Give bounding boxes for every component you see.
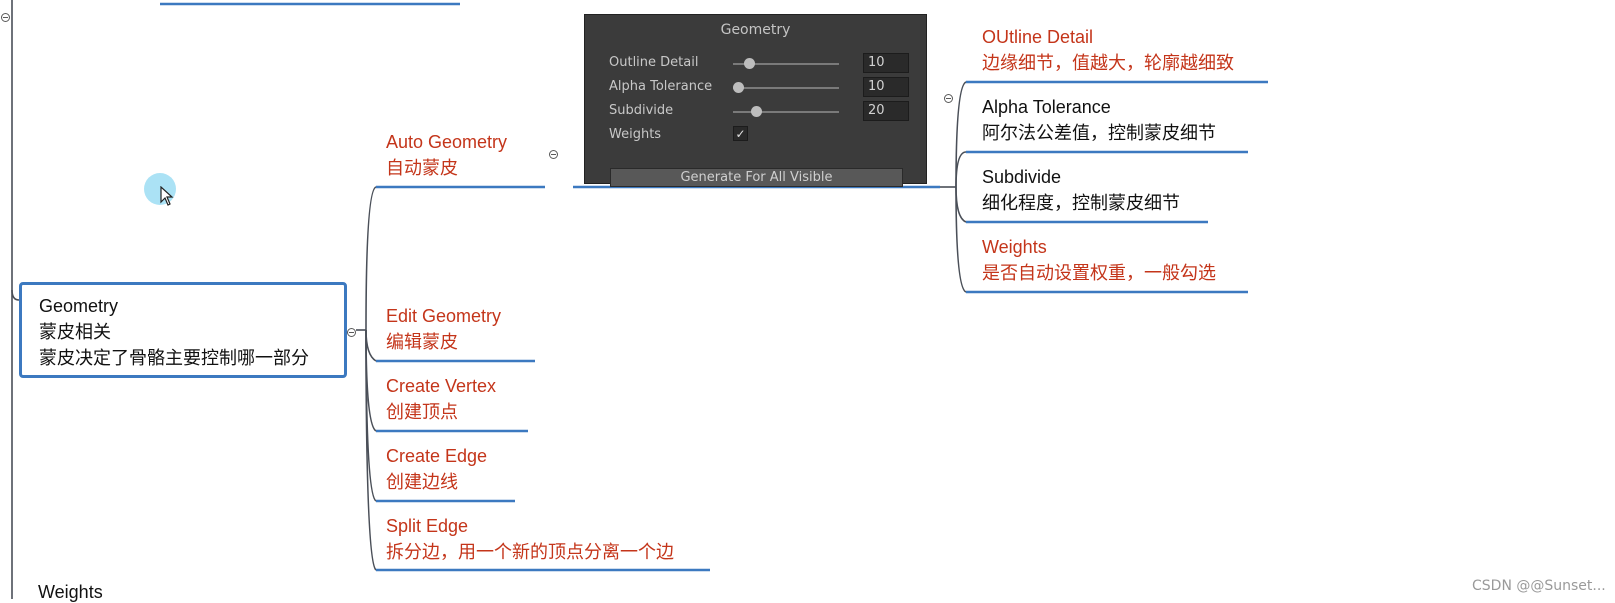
panel-row-label: Weights <box>609 127 662 142</box>
value-field: 10 <box>863 53 909 73</box>
slider-thumb <box>751 106 763 117</box>
node-weights-partial[interactable]: Weights <box>38 582 103 603</box>
panel-row-label: Outline Detail <box>609 55 699 70</box>
collapse-toggle-root[interactable] <box>347 328 356 337</box>
branch-auto-geometry[interactable]: Auto Geometry 自动蒙皮 <box>386 129 507 181</box>
panel-row-outline-detail: Outline Detail 10 <box>609 53 909 73</box>
panel-row-weights: Weights ✓ <box>609 125 909 145</box>
branch-sub: 创建顶点 <box>386 402 458 422</box>
slider-track <box>733 82 839 93</box>
watermark: CSDN @@Sunset... <box>1472 578 1606 594</box>
value-field: 10 <box>863 77 909 97</box>
detail-sub: 细化程度，控制蒙皮细节 <box>982 193 1180 213</box>
root-title: Geometry <box>39 296 119 316</box>
branch-sub: 创建边线 <box>386 472 458 492</box>
detail-subdivide[interactable]: Subdivide 细化程度，控制蒙皮细节 <box>982 164 1180 216</box>
branch-create-vertex[interactable]: Create Vertex 创建顶点 <box>386 373 496 425</box>
generate-for-all-visible-button: Generate For All Visible <box>610 168 903 187</box>
value-field: 20 <box>863 101 909 121</box>
root-node-geometry[interactable]: Geometry 蒙皮相关 蒙皮决定了骨骼主要控制哪一部分 <box>19 282 347 378</box>
branch-title: Create Vertex <box>386 376 497 396</box>
weights-checkbox: ✓ <box>733 126 748 141</box>
branch-title: Split Edge <box>386 516 469 536</box>
slider-thumb <box>733 82 745 93</box>
panel-row-subdivide: Subdivide 20 <box>609 101 909 121</box>
detail-title: Subdivide <box>982 167 1062 187</box>
root-line2: 蒙皮决定了骨骼主要控制哪一部分 <box>39 348 309 368</box>
detail-title: Alpha Tolerance <box>982 97 1111 117</box>
slider-track <box>733 106 839 117</box>
collapse-toggle-auto-geometry[interactable] <box>549 150 558 159</box>
branch-title: Edit Geometry <box>386 306 502 326</box>
slider-track <box>733 58 839 69</box>
collapse-toggle-top[interactable] <box>1 13 10 22</box>
branch-edit-geometry[interactable]: Edit Geometry 编辑蒙皮 <box>386 303 501 355</box>
detail-title: Weights <box>982 237 1047 257</box>
mouse-cursor-icon <box>160 186 174 206</box>
branch-sub: 编辑蒙皮 <box>386 332 458 352</box>
branch-sub: 自动蒙皮 <box>386 158 458 178</box>
branch-create-edge[interactable]: Create Edge 创建边线 <box>386 443 487 495</box>
panel-title: Geometry <box>720 22 791 38</box>
geometry-settings-panel-image: Geometry Outline Detail 10 Alpha Toleran… <box>584 14 927 187</box>
root-line1: 蒙皮相关 <box>39 322 111 342</box>
panel-row-label: Alpha Tolerance <box>609 79 713 94</box>
branch-sub: 拆分边，用一个新的顶点分离一个边 <box>386 542 674 562</box>
branch-title: Create Edge <box>386 446 488 466</box>
branch-title: Auto Geometry <box>386 132 508 152</box>
branch-split-edge[interactable]: Split Edge 拆分边，用一个新的顶点分离一个边 <box>386 513 674 565</box>
detail-alpha-tolerance[interactable]: Alpha Tolerance 阿尔法公差值，控制蒙皮细节 <box>982 94 1216 146</box>
detail-sub: 是否自动设置权重，一般勾选 <box>982 263 1216 283</box>
detail-sub: 边缘细节，值越大，轮廓越细致 <box>982 53 1234 73</box>
detail-weights[interactable]: Weights 是否自动设置权重，一般勾选 <box>982 234 1216 286</box>
slider-thumb <box>743 58 755 69</box>
panel-row-label: Subdivide <box>609 103 674 118</box>
detail-outline-detail[interactable]: OUtline Detail 边缘细节，值越大，轮廓越细致 <box>982 24 1234 76</box>
panel-row-alpha-tolerance: Alpha Tolerance 10 <box>609 77 909 97</box>
detail-sub: 阿尔法公差值，控制蒙皮细节 <box>982 123 1216 143</box>
collapse-toggle-details[interactable] <box>944 94 953 103</box>
detail-title: OUtline Detail <box>982 27 1094 47</box>
